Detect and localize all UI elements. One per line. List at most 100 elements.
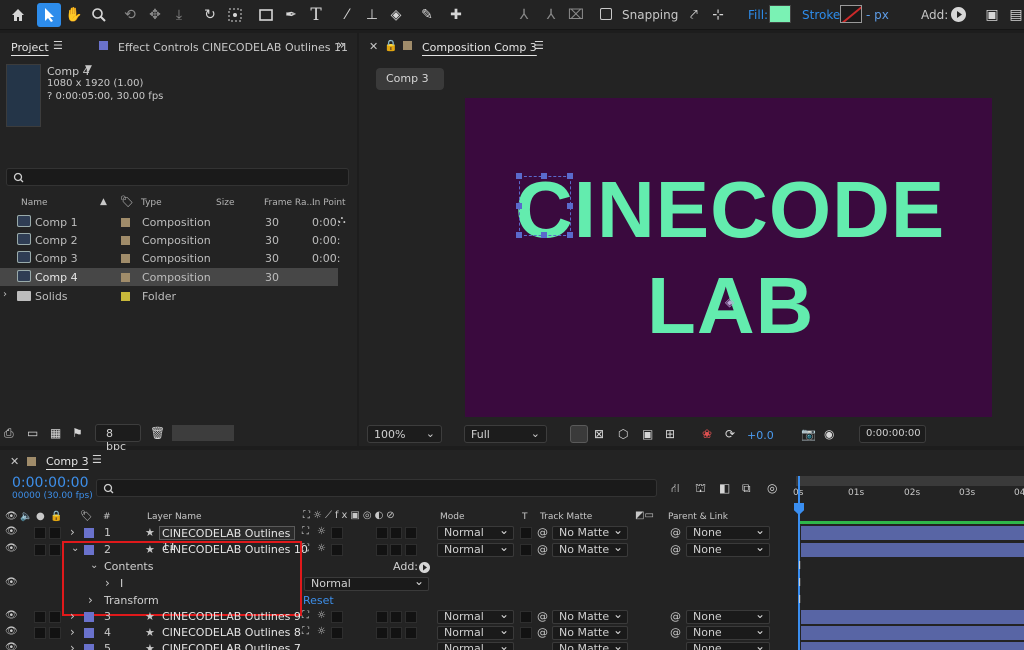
project-item-comp-1[interactable]: Comp 1 Composition 30 0:00:	[0, 213, 340, 231]
frame-blend-switch[interactable]	[390, 627, 402, 639]
collapse-switch-icon[interactable]: ☼	[317, 526, 326, 537]
show-snapshot-icon[interactable]: ◉	[824, 427, 834, 441]
mode-dropdown[interactable]: Normal	[437, 641, 514, 650]
effect-switch[interactable]	[376, 527, 388, 539]
layer-label-swatch[interactable]	[84, 528, 94, 538]
motion-blur-switch[interactable]	[405, 527, 417, 539]
type-tool-icon[interactable]: T	[304, 3, 328, 27]
frame-blend-switch[interactable]	[390, 611, 402, 623]
quality-switch[interactable]	[331, 527, 343, 539]
pickwhip-icon[interactable]: @	[537, 526, 548, 539]
layer-row-3[interactable]: 👁 › 3 ★ CINECODELAB Outlines 9 ⛶ ☼ Norma…	[0, 608, 796, 625]
effect-switch[interactable]	[376, 544, 388, 556]
world-axis-icon[interactable]: ⅄	[539, 3, 563, 27]
shy-switch-icon[interactable]: ⛶	[302, 543, 309, 554]
chevron-down-icon[interactable]: ▼	[85, 64, 92, 74]
puppet-pin-tool-icon[interactable]: ✚	[444, 3, 468, 27]
pickwhip-icon[interactable]: @	[537, 610, 548, 623]
solo-toggle[interactable]	[34, 611, 46, 623]
quality-switch[interactable]	[331, 627, 343, 639]
parent-dropdown[interactable]: None	[686, 624, 770, 640]
column-parent-link[interactable]: Parent & Link	[668, 512, 728, 522]
sort-up-icon[interactable]: ▲	[100, 197, 107, 207]
solo-toggle[interactable]	[34, 527, 46, 539]
preserve-transparency-toggle[interactable]	[520, 527, 532, 539]
pickwhip-icon[interactable]: @	[537, 543, 548, 556]
motion-blur-switch[interactable]	[405, 611, 417, 623]
fill-color-swatch[interactable]	[769, 5, 791, 23]
label-tag-icon[interactable]: 🏷	[120, 195, 134, 208]
mode-dropdown[interactable]: Normal	[437, 608, 514, 624]
panel-menu-icon[interactable]: ☰	[53, 39, 63, 52]
track-matte-dropdown[interactable]: No Matte	[552, 624, 628, 640]
eye-icon[interactable]: 👁	[5, 543, 18, 554]
collapse-switch-icon[interactable]: ☼	[317, 610, 326, 621]
label-swatch[interactable]	[121, 236, 130, 245]
mask-visibility-icon[interactable]: ⬡	[618, 427, 628, 441]
timeline-timecode[interactable]: 0:00:00:00	[12, 475, 89, 491]
lock-toggle[interactable]	[49, 544, 61, 556]
orbit-camera-icon[interactable]: ⟲	[118, 3, 142, 27]
column-in-point[interactable]: In Point	[312, 198, 346, 208]
transparency-grid-icon[interactable]: ⊠	[594, 427, 604, 441]
lock-icon[interactable]: 🔒	[384, 39, 398, 52]
canvas-text-line-1[interactable]: CINECODE	[515, 170, 944, 250]
parent-dropdown[interactable]: None	[686, 541, 770, 557]
track-matte-dropdown[interactable]: No Matte	[552, 608, 628, 624]
chevron-right-icon[interactable]: ›	[70, 641, 75, 650]
thumbnail-transparency-slider[interactable]	[172, 425, 234, 441]
panel-overflow-icon[interactable]: »	[337, 38, 345, 53]
track-matte-dropdown[interactable]: No Matte	[552, 541, 628, 557]
effect-switch[interactable]	[376, 627, 388, 639]
chevron-right-icon[interactable]: ›	[70, 625, 75, 639]
snap-edges-icon[interactable]: ⤤	[682, 3, 706, 27]
fill-label[interactable]: Fill:	[748, 8, 768, 22]
layer-name-field[interactable]: CINECODELAB Outlines 11	[159, 526, 295, 553]
layer-row-1[interactable]: 👁 › 1 ★ CINECODELAB Outlines 11 ⛶ ☼ Norm…	[0, 524, 796, 553]
stroke-color-swatch[interactable]	[840, 5, 862, 23]
snapshot-icon[interactable]: 📷	[801, 427, 816, 441]
reset-exposure-icon[interactable]: ⟳	[725, 427, 735, 441]
layer-label-swatch[interactable]	[84, 628, 94, 638]
fast-previews-icon[interactable]	[570, 425, 588, 443]
chevron-right-icon[interactable]: ›	[70, 609, 75, 623]
rectangle-tool-icon[interactable]	[254, 3, 278, 27]
brush-tool-icon[interactable]: ⁄	[335, 3, 359, 27]
eye-icon[interactable]: 👁	[5, 642, 18, 650]
playhead-handle[interactable]	[794, 503, 804, 515]
layer-label-swatch[interactable]	[84, 644, 94, 650]
column-size[interactable]: Size	[216, 198, 234, 208]
add-play-icon[interactable]	[951, 7, 966, 22]
column-type[interactable]: Type	[141, 198, 162, 208]
frame-blending-icon[interactable]: ⧉	[742, 481, 751, 496]
label-swatch[interactable]	[121, 218, 130, 227]
close-icon[interactable]: ✕	[10, 455, 19, 468]
transform-handle[interactable]	[516, 232, 522, 238]
layer-name[interactable]: CINECODELAB Outlines 9	[162, 610, 301, 623]
column-hash[interactable]: #	[103, 512, 111, 522]
composition-canvas[interactable]: CINECODE LAB ◈	[465, 98, 992, 417]
collapse-switch-icon[interactable]: ☼	[317, 543, 326, 554]
solo-toggle[interactable]	[34, 544, 46, 556]
column-layer-name[interactable]: Layer Name	[147, 512, 202, 522]
motion-blur-switch[interactable]	[405, 544, 417, 556]
transform-handle[interactable]	[541, 232, 547, 238]
composition-flowchart-icon[interactable]: ⛙	[671, 481, 679, 497]
preserve-transparency-toggle[interactable]	[520, 544, 532, 556]
render-queue-icon[interactable]: ⚑	[72, 426, 83, 440]
parent-pickwhip-icon[interactable]: @	[670, 626, 681, 639]
column-mode[interactable]: Mode	[440, 512, 465, 522]
shy-switch-icon[interactable]: ⛶	[302, 626, 309, 637]
pen-tool-icon[interactable]: ✒	[279, 3, 303, 27]
motion-blur-switch[interactable]	[405, 627, 417, 639]
layer-duration-bar-5[interactable]	[801, 642, 1024, 650]
transform-handle[interactable]	[567, 173, 573, 179]
layer-duration-bar-2[interactable]	[801, 543, 1024, 557]
clone-stamp-tool-icon[interactable]: ⊥	[360, 3, 384, 27]
project-item-comp-2[interactable]: Comp 2 Composition 30 0:00:	[0, 231, 340, 249]
label-swatch[interactable]	[121, 292, 130, 301]
eye-icon[interactable]: 👁	[5, 610, 18, 621]
transform-handle[interactable]	[516, 173, 522, 179]
preserve-transparency-toggle[interactable]	[520, 627, 532, 639]
bpc-button[interactable]: 8 bpc	[95, 424, 141, 453]
